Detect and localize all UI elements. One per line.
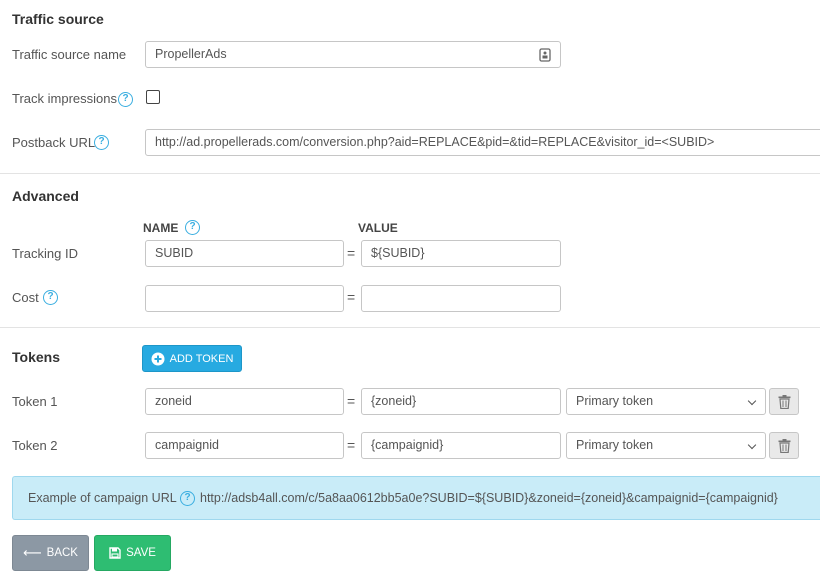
example-campaign-url-label: Example of campaign URL [28, 491, 177, 505]
traffic-source-name-value: PropellerAds [155, 47, 227, 61]
token-2-type-select[interactable]: Primary token [566, 432, 766, 459]
name-column-header: NAME [143, 221, 179, 235]
token-2-delete-button[interactable] [769, 432, 799, 459]
example-campaign-url-value: http://adsb4all.com/c/5a8aa0612bb5a0e?SU… [200, 491, 778, 505]
token-2-value-input[interactable]: {campaignid} [361, 432, 561, 459]
equals-sign: = [347, 245, 356, 261]
token-1-name-input[interactable]: zoneid [145, 388, 344, 415]
add-token-button[interactable]: ADD TOKEN [142, 345, 242, 372]
id-card-icon [539, 48, 551, 62]
traffic-source-title: Traffic source [12, 11, 104, 27]
token-1-label: Token 1 [12, 394, 58, 409]
question-circle-icon[interactable]: ? [185, 220, 200, 235]
arrow-left-icon: ⟵ [23, 545, 42, 560]
postback-url-label: Postback URL [12, 135, 96, 150]
track-impressions-label: Track impressions [12, 91, 117, 106]
token-1-type-value: Primary token [576, 394, 654, 408]
traffic-source-name-label: Traffic source name [12, 47, 127, 62]
back-label: BACK [46, 547, 78, 559]
token-1-type-select[interactable]: Primary token [566, 388, 766, 415]
cost-name-input[interactable] [145, 285, 344, 312]
save-button[interactable]: SAVE [94, 535, 171, 571]
question-circle-icon[interactable]: ? [43, 290, 58, 305]
question-circle-icon[interactable]: ? [94, 135, 109, 150]
trash-icon [778, 439, 791, 453]
floppy-disk-icon [109, 547, 121, 559]
example-campaign-url-box: Example of campaign URL ? http://adsb4al… [12, 476, 820, 520]
token-2-label: Token 2 [12, 438, 58, 453]
question-circle-icon[interactable]: ? [180, 491, 195, 506]
section-divider [0, 173, 820, 174]
token-1-delete-button[interactable] [769, 388, 799, 415]
equals-sign: = [347, 437, 356, 453]
tracking-id-name-input[interactable]: SUBID [145, 240, 344, 267]
value-column-header: VALUE [358, 221, 398, 235]
tracking-id-value-input[interactable]: ${SUBID} [361, 240, 561, 267]
equals-sign: = [347, 393, 356, 409]
tracking-id-label: Tracking ID [12, 246, 78, 261]
chevron-down-icon [747, 440, 757, 450]
token-2-type-value: Primary token [576, 438, 654, 452]
advanced-title: Advanced [12, 188, 79, 204]
track-impressions-checkbox[interactable] [146, 90, 160, 104]
postback-url-input[interactable]: http://ad.propellerads.com/conversion.ph… [145, 129, 820, 156]
trash-icon [778, 395, 791, 409]
save-label: SAVE [126, 547, 156, 559]
token-2-name-input[interactable]: campaignid [145, 432, 344, 459]
section-divider [0, 327, 820, 328]
cost-value-input[interactable] [361, 285, 561, 312]
traffic-source-name-input[interactable]: PropellerAds [145, 41, 561, 68]
plus-circle-icon [151, 352, 165, 365]
token-1-value-input[interactable]: {zoneid} [361, 388, 561, 415]
back-button[interactable]: ⟵ BACK [12, 535, 89, 571]
question-circle-icon[interactable]: ? [118, 92, 133, 107]
add-token-label: ADD TOKEN [169, 352, 234, 365]
chevron-down-icon [747, 396, 757, 406]
tokens-title: Tokens [12, 349, 60, 365]
cost-label: Cost [12, 290, 39, 305]
equals-sign: = [347, 289, 356, 305]
